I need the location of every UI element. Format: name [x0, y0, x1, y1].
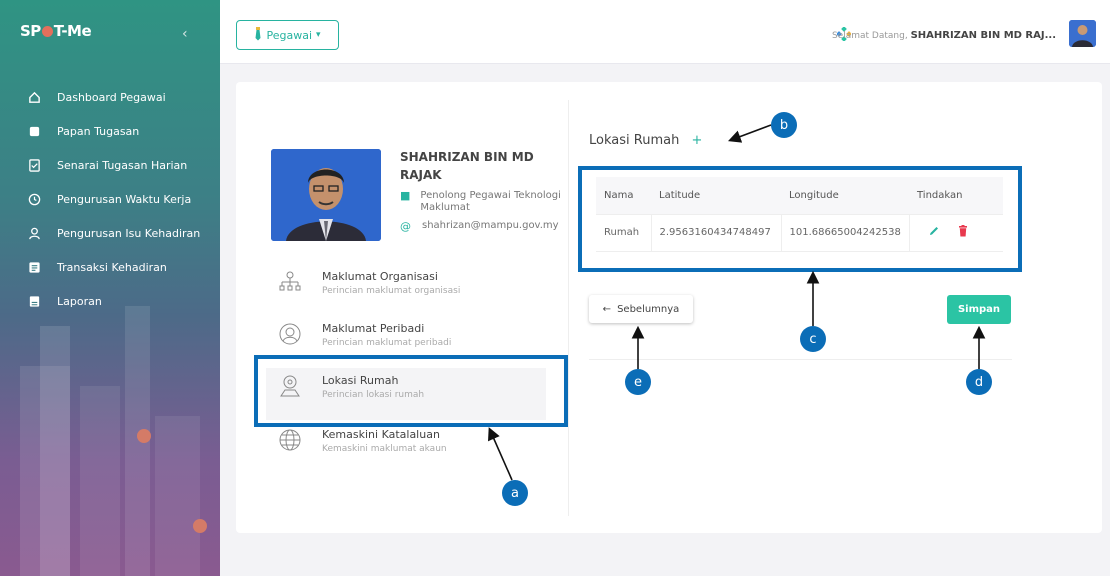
menu-maklumat-organisasi[interactable]: Maklumat Organisasi Perincian maklumat or…: [266, 264, 546, 314]
sidebar-item-label: Laporan: [57, 294, 102, 308]
profile-position: ■ Penolong Pegawai Teknologi Maklumat: [400, 190, 570, 214]
briefcase-icon: ■: [400, 189, 411, 202]
globe-icon: [279, 429, 301, 451]
position-text: Penolong Pegawai Teknologi Maklumat: [420, 190, 561, 213]
menu-kemaskini-katalaluan[interactable]: Kemaskini Katalaluan Kemaskini maklumat a…: [266, 422, 546, 472]
list-icon: [27, 260, 41, 274]
sidebar-item-senarai-tugasan[interactable]: Senarai Tugasan Harian: [0, 148, 220, 182]
sidebar-nav: Dashboard Pegawai Papan Tugasan Senarai …: [0, 80, 220, 318]
welcome-text: Selamat Datang, SHAHRIZAN BIN MD RAJ...: [832, 30, 1056, 41]
previous-button[interactable]: ← Sebelumnya: [589, 295, 693, 323]
section-title: Lokasi Rumah +: [589, 133, 702, 148]
sidebar-item-transaksi[interactable]: Transaksi Kehadiran: [0, 250, 220, 284]
add-location-button[interactable]: +: [691, 133, 702, 148]
logo-pin-icon: [41, 26, 53, 37]
footer-divider: [589, 359, 1012, 360]
previous-label: Sebelumnya: [617, 303, 680, 315]
callout-e: e: [625, 369, 651, 395]
app-logo[interactable]: SP T-Me: [20, 22, 92, 40]
city-skyline-background: [20, 306, 207, 576]
menu-subtitle: Perincian maklumat peribadi: [322, 338, 452, 348]
menu-subtitle: Perincian maklumat organisasi: [322, 286, 461, 296]
menu-title: Kemaskini Katalaluan: [322, 428, 440, 441]
sidebar: SP T-Me ‹ Dashboard Pegawai Papan Tugasan…: [0, 0, 220, 576]
section-title-text: Lokasi Rumah: [589, 133, 680, 148]
sidebar-item-dashboard[interactable]: Dashboard Pegawai: [0, 80, 220, 114]
role-dropdown[interactable]: Pegawai ▾: [236, 20, 339, 50]
annotation-box-c: [578, 166, 1022, 272]
email-text: shahrizan@mampu.gov.my: [422, 220, 559, 231]
org-chart-icon: [279, 271, 301, 291]
annotation-box-a: [254, 355, 568, 427]
user-icon: [27, 226, 41, 240]
callout-b: b: [771, 112, 797, 138]
role-label: Pegawai: [266, 28, 312, 42]
sidebar-item-label: Papan Tugasan: [57, 124, 140, 138]
avatar[interactable]: [1069, 20, 1096, 47]
sidebar-item-label: Transaksi Kehadiran: [57, 260, 167, 274]
board-icon: [27, 124, 41, 138]
column-divider: [568, 100, 569, 516]
sidebar-item-laporan[interactable]: Laporan: [0, 284, 220, 318]
arrow-left-icon: ←: [602, 303, 612, 315]
chevron-left-icon[interactable]: ‹: [182, 26, 188, 42]
menu-title: Maklumat Peribadi: [322, 322, 425, 335]
sidebar-item-isu-kehadiran[interactable]: Pengurusan Isu Kehadiran: [0, 216, 220, 250]
logo-text-pre: SP: [20, 22, 41, 40]
user-name[interactable]: SHAHRIZAN BIN MD RAJ...: [911, 30, 1056, 41]
profile-photo: [271, 149, 381, 241]
home-icon: [27, 90, 41, 104]
callout-d: d: [966, 369, 992, 395]
profile-email: @ shahrizan@mampu.gov.my: [400, 220, 559, 233]
profile-name: SHAHRIZAN BIN MD RAJAK: [400, 150, 534, 182]
sidebar-item-label: Senarai Tugasan Harian: [57, 158, 188, 172]
logo-text-post: T-Me: [53, 22, 92, 40]
sidebar-item-label: Pengurusan Waktu Kerja: [57, 192, 192, 206]
welcome-label: Selamat Datang,: [831, 31, 908, 41]
callout-c: c: [800, 326, 826, 352]
person-icon: [279, 323, 301, 345]
report-icon: [27, 294, 41, 308]
menu-title: Maklumat Organisasi: [322, 270, 438, 283]
menu-subtitle: Kemaskini maklumat akaun: [322, 444, 447, 454]
checklist-icon: [27, 158, 41, 172]
sidebar-item-waktu-kerja[interactable]: Pengurusan Waktu Kerja: [0, 182, 220, 216]
clock-icon: [27, 192, 41, 206]
sidebar-item-label: Dashboard Pegawai: [57, 90, 166, 104]
at-sign-icon: @: [400, 220, 411, 233]
sidebar-item-label: Pengurusan Isu Kehadiran: [57, 226, 201, 240]
chevron-down-icon: ▾: [316, 30, 321, 40]
sidebar-item-papan-tugasan[interactable]: Papan Tugasan: [0, 114, 220, 148]
tie-icon: [254, 26, 262, 44]
top-bar: Pegawai ▾ Selamat Datang, SHAHRIZAN BIN …: [220, 0, 1110, 64]
callout-a: a: [502, 480, 528, 506]
save-button[interactable]: Simpan: [947, 295, 1011, 324]
